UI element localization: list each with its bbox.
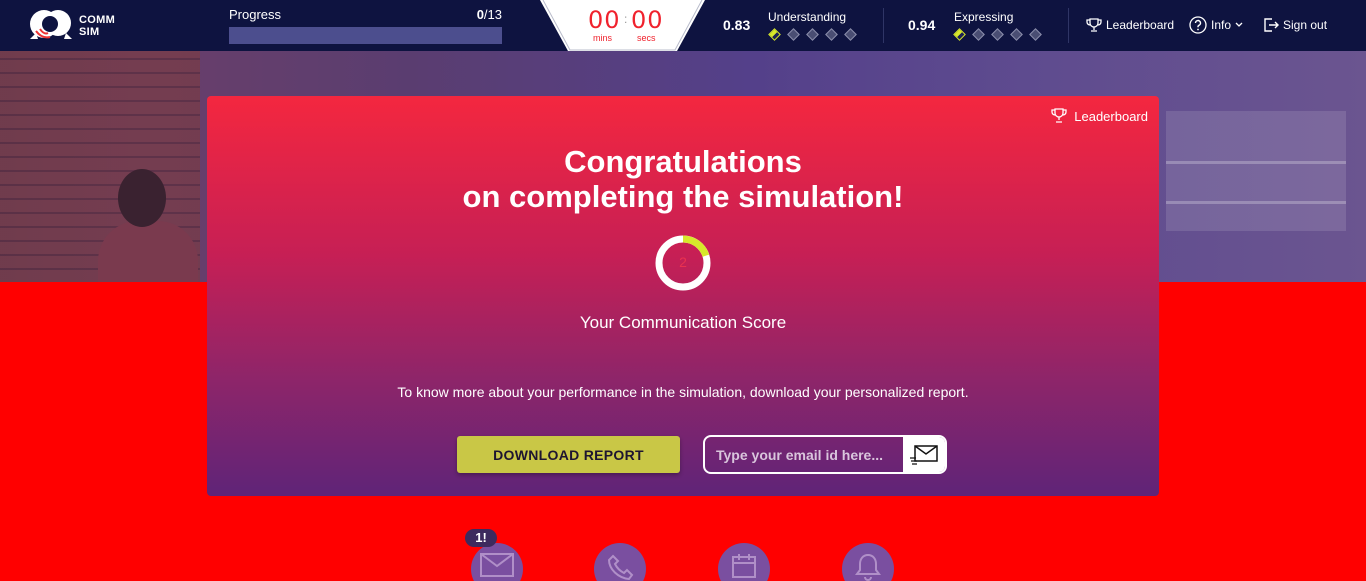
- timer-background: [540, 0, 705, 51]
- mail-dock-button[interactable]: [471, 543, 523, 581]
- timer-colon: :: [624, 12, 628, 26]
- send-mail-icon: [910, 444, 938, 465]
- send-email-button[interactable]: [903, 437, 945, 472]
- card-leaderboard-link[interactable]: Leaderboard: [1050, 108, 1148, 124]
- understanding-value: 0.83: [723, 17, 751, 33]
- nav-info-label: Info: [1211, 18, 1232, 32]
- email-field[interactable]: [705, 437, 903, 472]
- timer-minutes: 00: [588, 6, 621, 34]
- bell-icon: [855, 553, 881, 581]
- nav-signout-label: Sign out: [1283, 18, 1328, 32]
- progress-bar: [229, 27, 502, 44]
- progress-current: 0: [476, 7, 484, 22]
- chevron-down-icon: [1235, 22, 1243, 27]
- notifications-dock-button[interactable]: [842, 543, 894, 581]
- phone-icon: [607, 554, 634, 581]
- nav-leaderboard-label: Leaderboard: [1106, 18, 1175, 32]
- download-report-button[interactable]: DOWNLOAD REPORT: [457, 436, 680, 473]
- logo-text: COMM SIM: [79, 14, 115, 38]
- logo-line-1: COMM: [79, 14, 116, 26]
- divider: [883, 8, 884, 43]
- email-form: [703, 435, 947, 474]
- card-leaderboard-label: Leaderboard: [1074, 108, 1148, 124]
- person-head: [118, 169, 166, 227]
- timer: 00 : 00 mins secs: [540, 0, 705, 51]
- progress-count: 0/13: [430, 7, 502, 22]
- completion-card: Leaderboard Congratulations on completin…: [207, 96, 1159, 496]
- expressing-value: 0.94: [908, 17, 936, 33]
- rating-diamond: [844, 28, 857, 41]
- rating-diamond: [1029, 28, 1042, 41]
- understanding-label: Understanding: [768, 10, 847, 24]
- rating-diamond: [972, 28, 985, 41]
- logo-line-2: SIM: [79, 26, 100, 38]
- shelf-line: [1166, 161, 1346, 164]
- nav-leaderboard[interactable]: Leaderboard: [1086, 16, 1174, 34]
- timer-seconds: 00: [631, 6, 664, 34]
- understanding-rating: [768, 28, 857, 41]
- report-info-text: To know more about your performance in t…: [397, 384, 969, 400]
- rating-diamond: [768, 28, 781, 41]
- timer-seconds-label: secs: [637, 33, 656, 43]
- rating-diamond: [1010, 28, 1023, 41]
- nav-info[interactable]: Info: [1189, 16, 1243, 34]
- expressing-rating: [953, 28, 1042, 41]
- nav-signout[interactable]: Sign out: [1263, 16, 1327, 34]
- sign-out-icon: [1264, 18, 1279, 32]
- person-figure: [98, 221, 198, 282]
- timer-minutes-label: mins: [593, 33, 613, 43]
- rating-diamond: [825, 28, 838, 41]
- shelf-line: [1166, 201, 1346, 204]
- divider: [1068, 8, 1069, 43]
- logo-icon: [30, 10, 72, 39]
- rating-diamond: [953, 28, 966, 41]
- app-logo[interactable]: COMM SIM: [28, 9, 124, 43]
- trophy-icon: [1051, 108, 1067, 123]
- trophy-icon: [1086, 18, 1102, 32]
- calendar-dock-button[interactable]: [718, 543, 770, 581]
- notification-badge: 1!: [465, 529, 497, 547]
- mail-icon: [480, 553, 514, 577]
- calendar-icon: [732, 554, 756, 578]
- title-line-2: on completing the simulation!: [462, 179, 904, 214]
- score-label: Your Communication Score: [579, 313, 787, 332]
- bookshelf: [1166, 111, 1346, 231]
- top-bar: COMM SIM Progress 0/13 00 : 00 mins secs…: [0, 0, 1366, 51]
- rating-diamond: [991, 28, 1004, 41]
- title-line-1: Congratulations: [564, 144, 802, 179]
- question-icon: [1189, 16, 1207, 34]
- page-title: Congratulations on completing the simula…: [207, 144, 1159, 214]
- expressing-label: Expressing: [954, 10, 1014, 24]
- progress-total: /13: [483, 7, 502, 22]
- score-value: 2: [679, 254, 687, 270]
- rating-diamond: [806, 28, 819, 41]
- progress-label: Progress: [229, 7, 282, 22]
- rating-diamond: [787, 28, 800, 41]
- phone-dock-button[interactable]: [594, 543, 646, 581]
